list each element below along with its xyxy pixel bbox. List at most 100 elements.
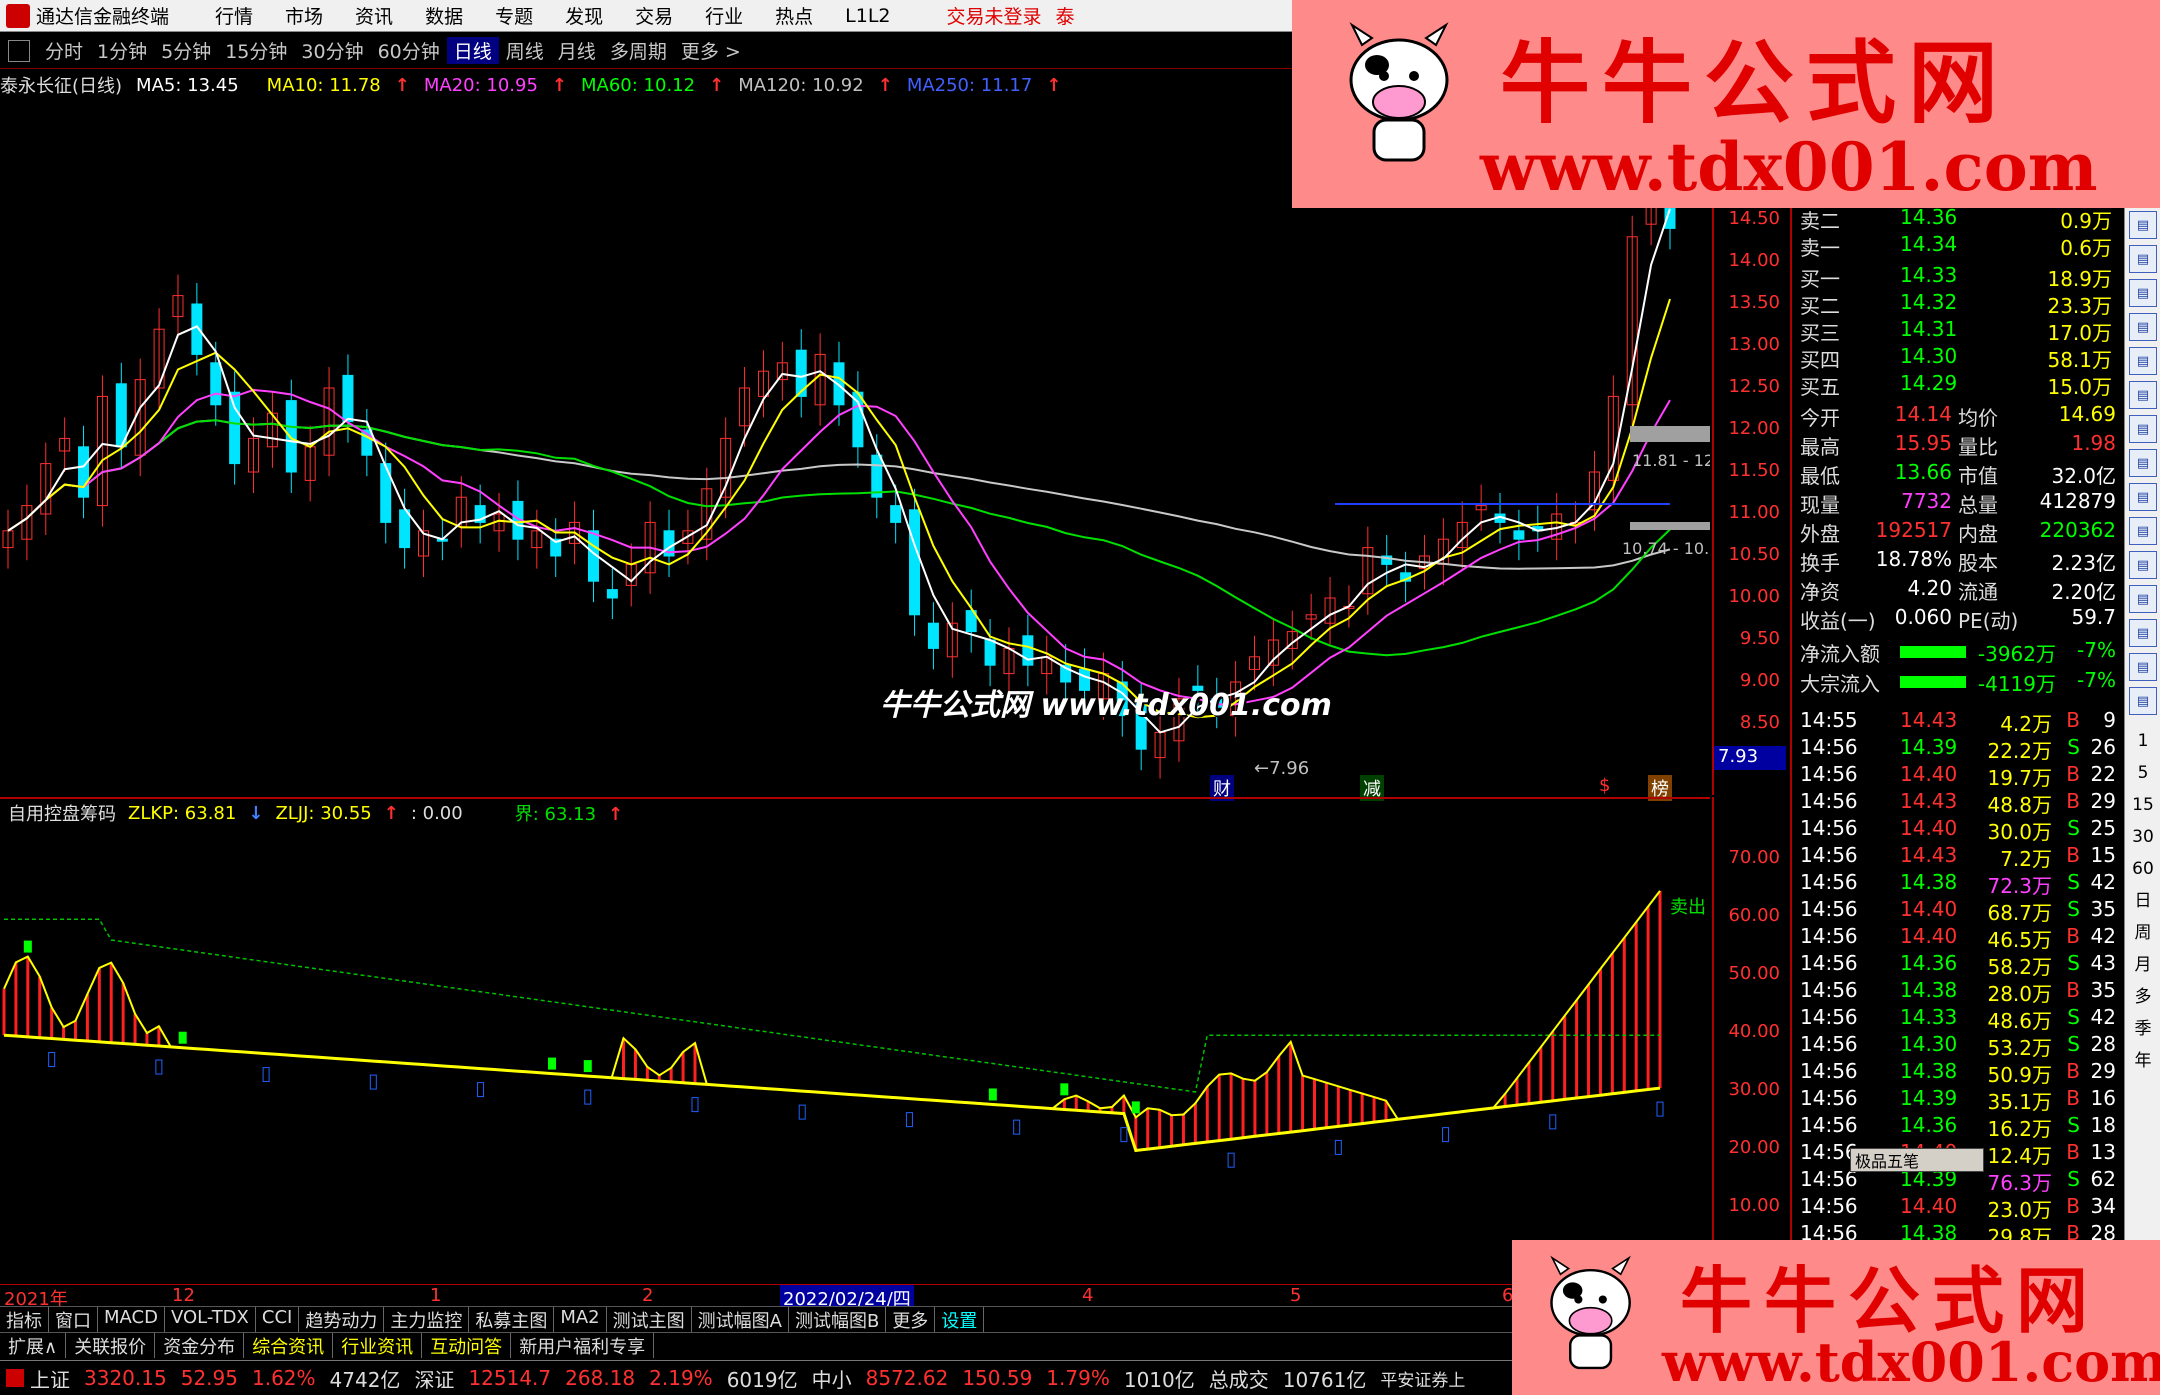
stat-row[interactable]: 外盘 192517 内盘 220362 [1792,518,2122,546]
stat-row[interactable]: 最高 15.95 量比 1.98 [1792,431,2122,459]
period-1min[interactable]: 1分钟 [90,37,154,64]
tab-general-news[interactable]: 综合资讯 [244,1333,334,1358]
tab-more[interactable]: 更多 [886,1307,936,1332]
tick-row[interactable]: 14:56 14.36 58.2万 S 43 [1792,951,2122,979]
tick-row[interactable]: 14:56 14.39 22.2万 S 26 [1792,735,2122,763]
menu-news[interactable]: 资讯 [355,2,393,29]
menu-l1l2[interactable]: L1L2 [845,5,890,27]
menu-market[interactable]: 市场 [285,2,323,29]
f2-icon[interactable]: ▤ [2129,415,2157,443]
buy-row[interactable]: 买五 14.29 15.0万 [1792,371,2122,399]
tab-vol-tdx[interactable]: VOL-TDX [165,1307,256,1332]
tick-row[interactable]: 14:56 14.33 48.6万 S 42 [1792,1005,2122,1033]
tab-related-quotes[interactable]: 关联报价 [66,1333,156,1358]
tick-row[interactable]: 14:56 14.30 53.2万 S 28 [1792,1032,2122,1060]
sidebar-period-60[interactable]: 60 [2129,855,2157,883]
stat-row[interactable]: 净资 4.20 流通 2.20亿 [1792,576,2122,604]
sidebar-period-15[interactable]: 15 [2129,791,2157,819]
period-weekly[interactable]: 周线 [499,37,551,64]
stat-row[interactable]: 现量 7732 总量 412879 [1792,489,2122,517]
tab-qa[interactable]: 互动问答 [422,1333,512,1358]
period-60min[interactable]: 60分钟 [371,37,447,64]
menu-trade[interactable]: 交易 [635,2,673,29]
tab-extend[interactable]: 扩展∧ [0,1333,67,1358]
menu-hot[interactable]: 热点 [775,2,813,29]
flow-row[interactable]: 大宗流入 -4119万 -7% [1792,668,2122,696]
tab-test-sub-b[interactable]: 测试幅图B [789,1307,887,1332]
tick-row[interactable]: 14:56 14.40 46.5万 B 42 [1792,924,2122,952]
clock-icon[interactable]: ▤ [2129,483,2157,511]
period-15min[interactable]: 15分钟 [218,37,294,64]
menu-quotes[interactable]: 行情 [215,2,253,29]
period-more[interactable]: 更多 > [674,37,748,64]
tick-row[interactable]: 14:56 14.36 16.2万 S 18 [1792,1113,2122,1141]
tick-row[interactable]: 14:56 14.40 19.7万 B 22 [1792,762,2122,790]
zx-name[interactable]: 中小 [812,1364,852,1393]
menu-topics[interactable]: 专题 [495,2,533,29]
tick-row[interactable]: 14:56 14.40 30.0万 S 25 [1792,816,2122,844]
sidebar-period-日[interactable]: 日 [2129,887,2157,915]
sidebar-period-周[interactable]: 周 [2129,919,2157,947]
pen-icon[interactable]: ▤ [2129,619,2157,647]
bar-icon[interactable]: ▤ [2129,245,2157,273]
news-icon[interactable]: ▤ [2129,347,2157,375]
sidebar-period-30[interactable]: 30 [2129,823,2157,851]
menu-industry[interactable]: 行业 [705,2,743,29]
marker-dollar[interactable]: $ [1596,775,1613,796]
buy-row[interactable]: 买三 14.31 17.0万 [1792,317,2122,345]
tick-row[interactable]: 14:56 14.38 72.3万 S 42 [1792,870,2122,898]
grid-icon[interactable]: ▤ [2129,687,2157,715]
rsi-icon[interactable]: ▤ [2129,517,2157,545]
toggle-panel-icon[interactable] [8,39,30,62]
list-icon[interactable]: ▤ [2129,279,2157,307]
tab-industry-news[interactable]: 行业资讯 [333,1333,423,1358]
tab-cci[interactable]: CCI [256,1307,300,1332]
period-5min[interactable]: 5分钟 [154,37,218,64]
chart-icon[interactable]: ▤ [2129,211,2157,239]
tab-new-user-bonus[interactable]: 新用户福利专享 [511,1333,655,1358]
period-intraday[interactable]: 分时 [38,37,90,64]
tick-row[interactable]: 14:56 14.38 28.0万 B 35 [1792,978,2122,1006]
buy-row[interactable]: 买二 14.32 23.3万 [1792,290,2122,318]
stat-row[interactable]: 今开 14.14 均价 14.69 [1792,402,2122,430]
tab-main-monitor[interactable]: 主力监控 [384,1307,470,1332]
tab-test-main[interactable]: 测试主图 [607,1307,692,1332]
sz-name[interactable]: 深证 [414,1364,454,1393]
tick-row[interactable]: 14:56 14.39 35.1万 B 16 [1792,1086,2122,1114]
sidebar-period-5[interactable]: 5 [2129,759,2157,787]
menu-discover[interactable]: 发现 [565,2,603,29]
fs-icon[interactable]: ▤ [2129,653,2157,681]
sell-row[interactable]: 卖一 14.34 0.6万 [1792,232,2122,260]
fin-icon[interactable]: ▤ [2129,313,2157,341]
buy-row[interactable]: 买一 14.33 18.9万 [1792,263,2122,291]
sidebar-period-月[interactable]: 月 [2129,951,2157,979]
buy-row[interactable]: 买四 14.30 58.1万 [1792,344,2122,372]
sh-name[interactable]: 上证 [30,1364,70,1393]
tick-row[interactable]: 14:56 14.38 50.9万 B 29 [1792,1059,2122,1087]
fund-icon[interactable]: ▤ [2129,449,2157,477]
period-monthly[interactable]: 月线 [551,37,603,64]
indicator-chart[interactable]: 卖出 [0,827,1710,1267]
login-status[interactable]: 交易未登录 [947,2,1042,29]
tab-settings[interactable]: 设置 [935,1307,985,1332]
stat-row[interactable]: 最低 13.66 市值 32.0亿 [1792,460,2122,488]
tick-row[interactable]: 14:56 14.43 48.8万 B 29 [1792,789,2122,817]
stat-row[interactable]: 收益(一) 0.060 PE(动) 59.7 [1792,605,2122,633]
tab-private-main[interactable]: 私募主图 [469,1307,555,1332]
tab-window[interactable]: 窗口 [49,1307,98,1332]
period-multi[interactable]: 多周期 [603,37,674,64]
sidebar-period-多[interactable]: 多 [2129,983,2157,1011]
tick-row[interactable]: 14:55 14.43 4.2万 B 9 [1792,708,2122,736]
move-icon[interactable]: ▤ [2129,585,2157,613]
f10-icon[interactable]: ▤ [2129,381,2157,409]
tick-row[interactable]: 14:56 14.43 7.2万 B 15 [1792,843,2122,871]
flow-row[interactable]: 净流入额 -3962万 -7% [1792,638,2122,666]
tab-trend-power[interactable]: 趋势动力 [299,1307,385,1332]
tab-ma2[interactable]: MA2 [554,1307,607,1332]
tick-row[interactable]: 14:56 14.40 68.7万 S 35 [1792,897,2122,925]
sidebar-period-年[interactable]: 年 [2129,1047,2157,1075]
rsi2-icon[interactable]: ▤ [2129,551,2157,579]
tab-test-sub-a[interactable]: 测试幅图A [692,1307,789,1332]
tab-macd[interactable]: MACD [98,1307,165,1332]
tick-row[interactable]: 14:56 14.40 23.0万 B 34 [1792,1194,2122,1222]
